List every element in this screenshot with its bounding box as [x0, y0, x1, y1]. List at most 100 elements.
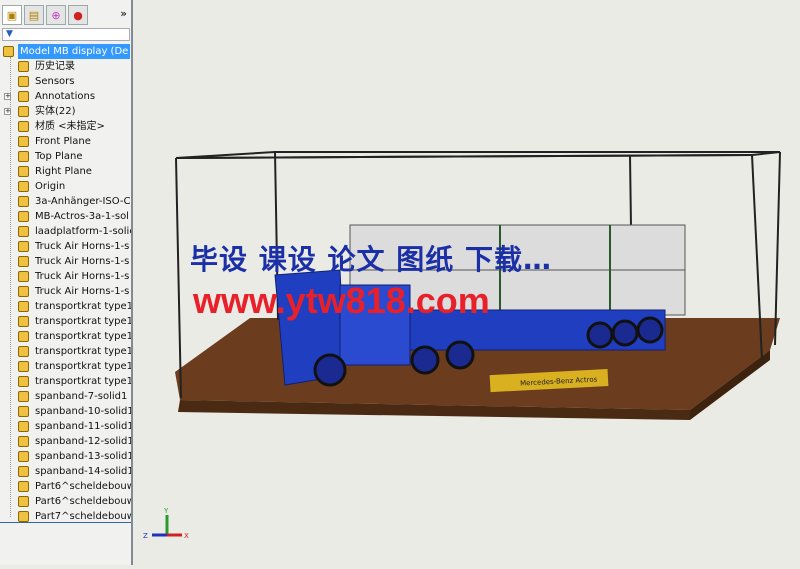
- watermark-line2: www.ytw818.com: [193, 280, 490, 321]
- filter-icon: ▼: [6, 29, 13, 39]
- sensor-icon: [18, 76, 29, 87]
- tree-item-label: Sensors: [35, 76, 75, 87]
- tree-item[interactable]: spanband-12-solid1: [0, 434, 131, 449]
- tree-item[interactable]: + 实体(22): [0, 104, 131, 119]
- tree-item-label: Part6^scheldebouw: [35, 481, 131, 492]
- body-icon: [18, 466, 29, 477]
- body-icon: [18, 271, 29, 282]
- tree-item-label: 材质 <未指定>: [35, 121, 105, 132]
- body-icon: [18, 421, 29, 432]
- tree-item[interactable]: Front Plane: [0, 134, 131, 149]
- panel-divider: [0, 522, 131, 523]
- more-tabs-button[interactable]: »: [120, 7, 127, 20]
- property-icon: ▤: [28, 8, 40, 22]
- feature-manager-tab[interactable]: ▣: [2, 5, 22, 25]
- tree-item-label: transportkrat type1: [35, 361, 131, 372]
- expand-icon[interactable]: +: [4, 93, 11, 100]
- tree-item-label: Origin: [35, 181, 66, 192]
- body-icon: [18, 241, 29, 252]
- tree-item[interactable]: 3a-Anhänger-ISO-C: [0, 194, 131, 209]
- tree-item[interactable]: Origin: [0, 179, 131, 194]
- tree-item[interactable]: Truck Air Horns-1-s: [0, 269, 131, 284]
- tree-item[interactable]: transportkrat type1: [0, 374, 131, 389]
- part-icon: ▣: [6, 8, 18, 22]
- tree-item[interactable]: MB-Actros-3a-1-sol: [0, 209, 131, 224]
- tree-item[interactable]: Right Plane: [0, 164, 131, 179]
- panel-tabs: ▣ ▤ ⊕ ●: [0, 5, 133, 27]
- tree-item-label: MB-Actros-3a-1-sol: [35, 211, 129, 222]
- tree-item[interactable]: transportkrat type1: [0, 314, 131, 329]
- tree-item[interactable]: Part6^scheldebouw: [0, 479, 131, 494]
- plane-icon: [18, 151, 29, 162]
- tree-item-label: Truck Air Horns-1-s: [35, 286, 130, 297]
- tree-item-label: Front Plane: [35, 136, 91, 147]
- tree-item[interactable]: 历史记录: [0, 59, 131, 74]
- origin-icon: [18, 181, 29, 192]
- tree-item-label: Truck Air Horns-1-s: [35, 241, 130, 252]
- tree-item[interactable]: + Annotations: [0, 89, 131, 104]
- tree-item[interactable]: transportkrat type1: [0, 359, 131, 374]
- body-icon: [18, 301, 29, 312]
- tree-item[interactable]: Top Plane: [0, 149, 131, 164]
- triad-y: Y: [163, 507, 169, 515]
- filter-input[interactable]: ▼: [2, 28, 130, 41]
- feature-manager-panel: ▣ ▤ ⊕ ● » ▼ Model MB display (De 历史记录 Sens…: [0, 0, 133, 565]
- tree-item-label: transportkrat type1: [35, 301, 131, 312]
- tree-item-label: spanband-7-solid1: [35, 391, 128, 402]
- tree-item-label: laadplatform-1-solic: [35, 226, 131, 237]
- tree-item[interactable]: Sensors: [0, 74, 131, 89]
- tree-item[interactable]: transportkrat type1: [0, 329, 131, 344]
- body-icon: [18, 331, 29, 342]
- body-icon: [18, 211, 29, 222]
- tree-item[interactable]: Truck Air Horns-1-s: [0, 239, 131, 254]
- tree-item[interactable]: Truck Air Horns-1-s: [0, 284, 131, 299]
- body-icon: [18, 451, 29, 462]
- tree-item[interactable]: transportkrat type1: [0, 344, 131, 359]
- tree-item[interactable]: laadplatform-1-solic: [0, 224, 131, 239]
- tree-item[interactable]: Part6^scheldebouw: [0, 494, 131, 509]
- crosshair-icon: ⊕: [51, 8, 61, 22]
- body-icon: [18, 496, 29, 507]
- plane-icon: [18, 166, 29, 177]
- tree-item[interactable]: transportkrat type1: [0, 299, 131, 314]
- watermark-line1: 毕设 课设 论文 图纸 下载…: [190, 243, 552, 276]
- tree-item-label: Part6^scheldebouw: [35, 496, 131, 507]
- tree-item[interactable]: spanband-7-solid1: [0, 389, 131, 404]
- tree-root[interactable]: Model MB display (De: [0, 44, 131, 59]
- tree-item-label: transportkrat type1: [35, 346, 131, 357]
- body-icon: [18, 286, 29, 297]
- tree-item[interactable]: spanband-10-solid1: [0, 404, 131, 419]
- configuration-manager-tab[interactable]: ⊕: [46, 5, 66, 25]
- tree-item-label: 实体(22): [35, 106, 76, 117]
- tree-item[interactable]: spanband-14-solid1: [0, 464, 131, 479]
- color-wheel-icon: ●: [73, 8, 83, 22]
- body-icon: [18, 511, 29, 522]
- tree-item-label: transportkrat type1: [35, 376, 131, 387]
- tree-item[interactable]: 材质 <未指定>: [0, 119, 131, 134]
- body-icon: [18, 376, 29, 387]
- tree-item[interactable]: spanband-11-solid1: [0, 419, 131, 434]
- tree-item-label: spanband-11-solid1: [35, 421, 131, 432]
- body-icon: [18, 481, 29, 492]
- tree-item-label: Top Plane: [35, 151, 83, 162]
- display-manager-tab[interactable]: ●: [68, 5, 88, 25]
- graphics-viewport[interactable]: Mercedes-Benz Actros Y X Z 毕设 课设 论文 图纸 下…: [135, 0, 800, 565]
- triad-icon: Y X Z: [143, 507, 189, 540]
- material-icon: [18, 121, 29, 132]
- tree-item[interactable]: spanband-13-solid1: [0, 449, 131, 464]
- tree-item-label: Annotations: [35, 91, 96, 102]
- history-icon: [18, 61, 29, 72]
- feature-tree: Model MB display (De 历史记录 Sensors + Annotati…: [0, 44, 131, 524]
- expand-icon[interactable]: +: [4, 108, 11, 115]
- property-manager-tab[interactable]: ▤: [24, 5, 44, 25]
- tree-item-label: Truck Air Horns-1-s: [35, 256, 130, 267]
- body-icon: [18, 316, 29, 327]
- solid-bodies-icon: [18, 106, 29, 117]
- body-icon: [18, 226, 29, 237]
- triad-x: X: [184, 532, 189, 540]
- tree-item-label: spanband-13-solid1: [35, 451, 131, 462]
- body-icon: [18, 406, 29, 417]
- body-icon: [18, 391, 29, 402]
- tree-item-label: spanband-10-solid1: [35, 406, 131, 417]
- tree-item[interactable]: Truck Air Horns-1-s: [0, 254, 131, 269]
